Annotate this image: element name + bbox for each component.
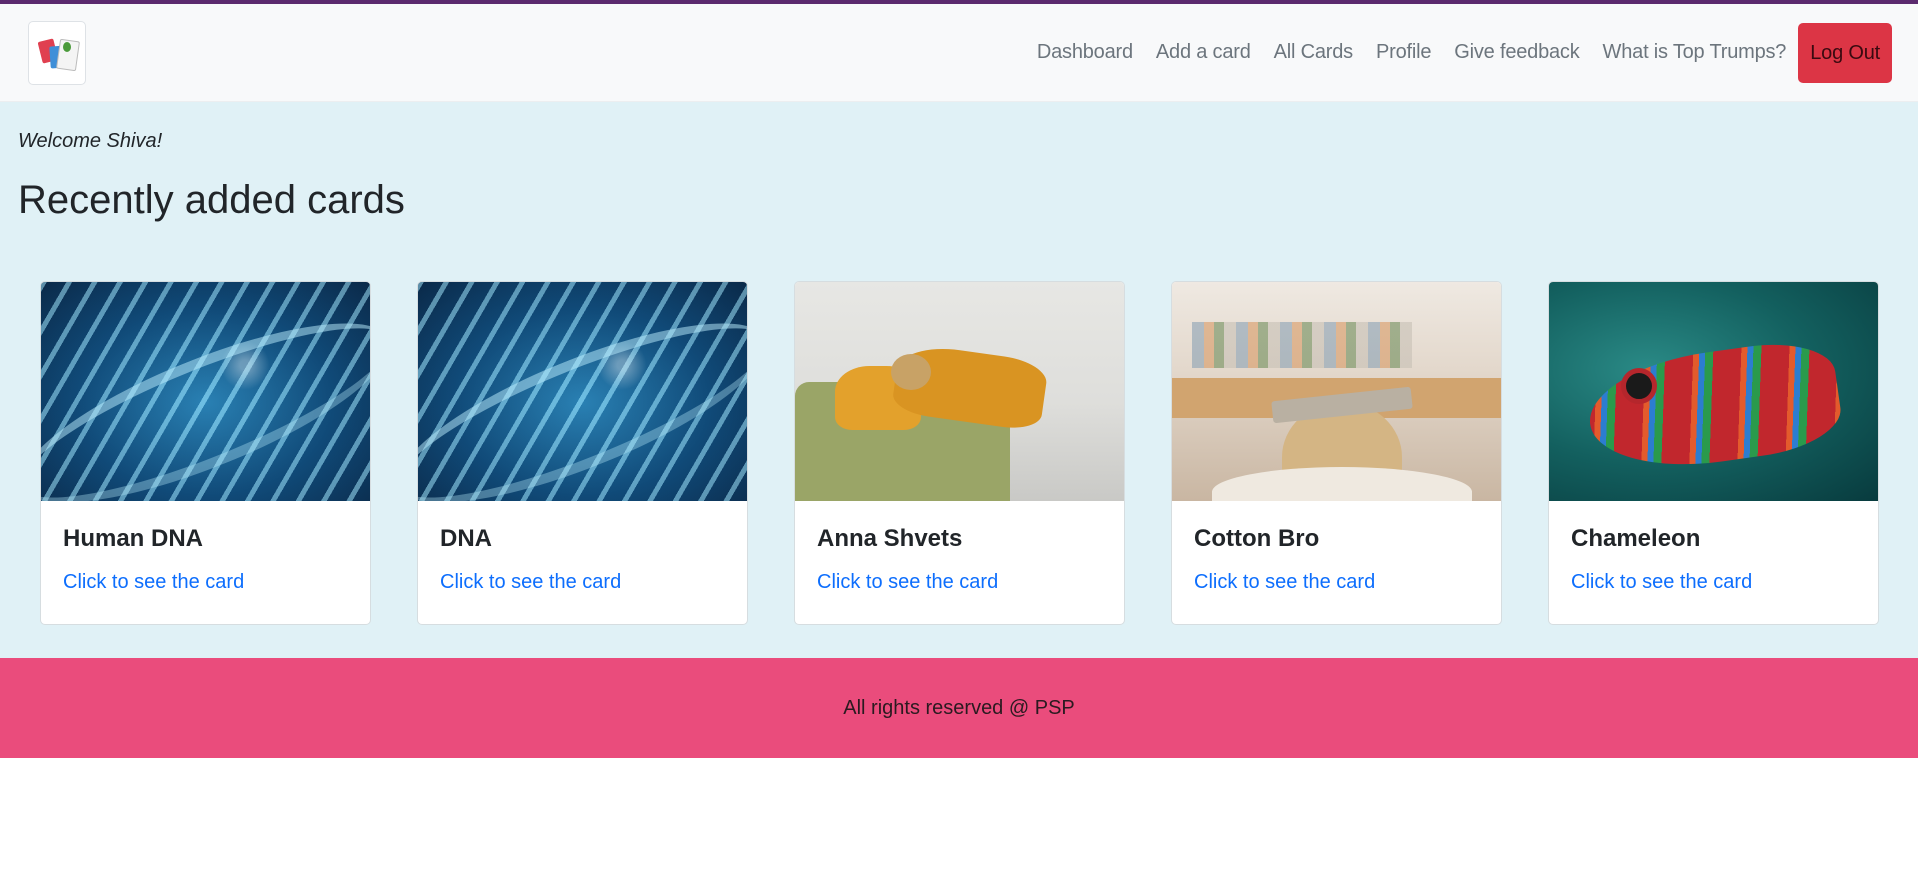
chameleon-image bbox=[1549, 282, 1878, 501]
card-grid: Human DNA Click to see the card DNA Clic… bbox=[18, 281, 1900, 625]
footer: All rights reserved @ PSP bbox=[0, 658, 1918, 758]
footer-text: All rights reserved @ PSP bbox=[843, 696, 1075, 719]
person-with-book-image bbox=[1172, 282, 1501, 501]
nav-give-feedback[interactable]: Give feedback bbox=[1454, 41, 1579, 64]
child-hair-shape bbox=[891, 354, 931, 390]
see-card-link[interactable]: Click to see the card bbox=[817, 571, 1102, 594]
children-on-sofa-image bbox=[795, 282, 1124, 501]
card-body: DNA Click to see the card bbox=[418, 501, 747, 594]
see-card-link[interactable]: Click to see the card bbox=[1571, 571, 1856, 594]
main-nav: Dashboard Add a card All Cards Profile G… bbox=[1014, 22, 1892, 83]
card-title: Cotton Bro bbox=[1194, 525, 1320, 552]
card-title: Human DNA bbox=[63, 525, 204, 552]
see-card-link[interactable]: Click to see the card bbox=[1194, 571, 1479, 594]
card-body: Cotton Bro Click to see the card bbox=[1172, 501, 1501, 594]
dna-helix-image bbox=[418, 282, 747, 501]
card-title: Anna Shvets bbox=[817, 525, 963, 552]
nav-dashboard[interactable]: Dashboard bbox=[1037, 41, 1133, 64]
chameleon-eye-shape bbox=[1621, 368, 1657, 404]
see-card-link[interactable]: Click to see the card bbox=[440, 571, 725, 594]
bookshelf-shape bbox=[1192, 322, 1412, 368]
nav-add-card[interactable]: Add a card bbox=[1156, 41, 1251, 64]
logout-button[interactable]: Log Out bbox=[1798, 22, 1892, 83]
navbar: Dashboard Add a card All Cards Profile G… bbox=[0, 4, 1918, 102]
nav-what-is-top-trumps[interactable]: What is Top Trumps? bbox=[1603, 41, 1787, 64]
card-chameleon[interactable]: Chameleon Click to see the card bbox=[1548, 281, 1879, 625]
card-title: DNA bbox=[440, 525, 492, 552]
chameleon-body-shape bbox=[1582, 335, 1846, 479]
dna-helix-image bbox=[41, 282, 370, 501]
card-cotton-bro[interactable]: Cotton Bro Click to see the card bbox=[1171, 281, 1502, 625]
page-title: Recently added cards bbox=[18, 178, 405, 222]
card-body: Human DNA Click to see the card bbox=[41, 501, 370, 594]
welcome-message: Welcome Shiva! bbox=[18, 130, 163, 152]
card-body: Chameleon Click to see the card bbox=[1549, 501, 1878, 594]
nav-all-cards[interactable]: All Cards bbox=[1274, 41, 1354, 64]
card-dna[interactable]: DNA Click to see the card bbox=[417, 281, 748, 625]
card-title: Chameleon bbox=[1571, 525, 1701, 552]
logo-figure bbox=[63, 41, 71, 52]
top-trumps-logo[interactable] bbox=[28, 20, 86, 85]
nav-profile[interactable]: Profile bbox=[1376, 41, 1431, 64]
shirt-shape bbox=[1212, 467, 1472, 501]
main-content: Welcome Shiva! Recently added cards Huma… bbox=[0, 102, 1918, 658]
card-human-dna[interactable]: Human DNA Click to see the card bbox=[40, 281, 371, 625]
card-body: Anna Shvets Click to see the card bbox=[795, 501, 1124, 594]
card-anna-shvets[interactable]: Anna Shvets Click to see the card bbox=[794, 281, 1125, 625]
see-card-link[interactable]: Click to see the card bbox=[63, 571, 348, 594]
